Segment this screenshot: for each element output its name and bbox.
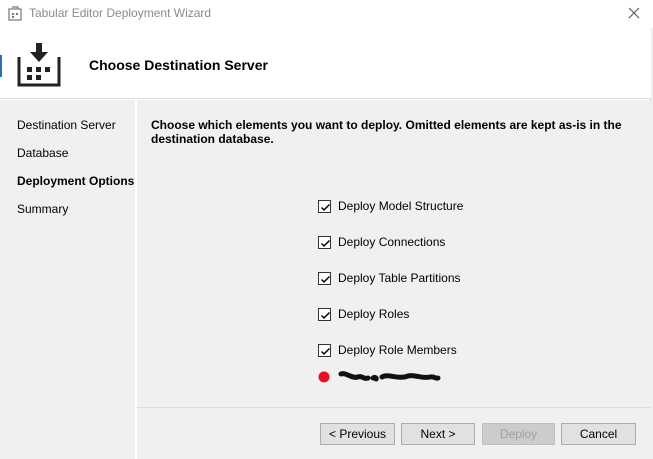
nav-step-summary[interactable]: Summary [17, 202, 68, 216]
title-bar: Tabular Editor Deployment Wizard [0, 0, 651, 28]
option-deploy-table-partitions[interactable]: Deploy Table Partitions [318, 270, 461, 286]
nav-step-destination-server[interactable]: Destination Server [17, 118, 116, 132]
background-window-edge [0, 55, 2, 77]
nav-step-database[interactable]: Database [17, 146, 68, 160]
wizard-footer: < Previous Next > Deploy Cancel [137, 407, 651, 459]
window-title: Tabular Editor Deployment Wizard [29, 6, 212, 20]
status-dot-icon [318, 371, 330, 383]
app-icon [8, 6, 24, 22]
option-deploy-model-structure[interactable]: Deploy Model Structure [318, 198, 463, 214]
close-icon [628, 7, 640, 22]
deployment-wizard-window: Tabular Editor Deployment Wizard Choose … [0, 0, 651, 459]
previous-button[interactable]: < Previous [320, 423, 395, 445]
checkbox-deploy-roles[interactable] [318, 307, 331, 321]
checkbox-deploy-connections[interactable] [318, 235, 331, 249]
deploy-button[interactable]: Deploy [482, 423, 555, 445]
cancel-button[interactable]: Cancel [561, 423, 636, 445]
instructions-text: Choose which elements you want to deploy… [151, 118, 622, 146]
option-label: Deploy Connections [338, 235, 446, 249]
close-button[interactable] [617, 0, 651, 28]
option-label: Deploy Table Partitions [338, 271, 461, 285]
option-deploy-roles[interactable]: Deploy Roles [318, 306, 409, 322]
next-button[interactable]: Next > [401, 423, 475, 445]
wizard-steps-nav: Destination Server Database Deployment O… [0, 100, 135, 459]
checkbox-deploy-role-members[interactable] [318, 343, 331, 357]
checkbox-deploy-table-partitions[interactable] [318, 271, 331, 285]
wizard-header: Choose Destination Server [0, 28, 651, 99]
option-deploy-connections[interactable]: Deploy Connections [318, 234, 445, 250]
deployment-options-panel: Choose which elements you want to deploy… [137, 100, 651, 407]
deploy-download-icon [17, 43, 61, 87]
option-deploy-role-members[interactable]: Deploy Role Members [318, 342, 457, 358]
option-label: Deploy Roles [338, 307, 410, 321]
nav-step-deployment-options[interactable]: Deployment Options [17, 174, 134, 188]
checkbox-deploy-model-structure[interactable] [318, 199, 331, 213]
page-title: Choose Destination Server [89, 57, 268, 73]
redacted-option [318, 370, 448, 384]
option-label: Deploy Model Structure [338, 199, 464, 213]
option-label: Deploy Role Members [338, 343, 457, 357]
